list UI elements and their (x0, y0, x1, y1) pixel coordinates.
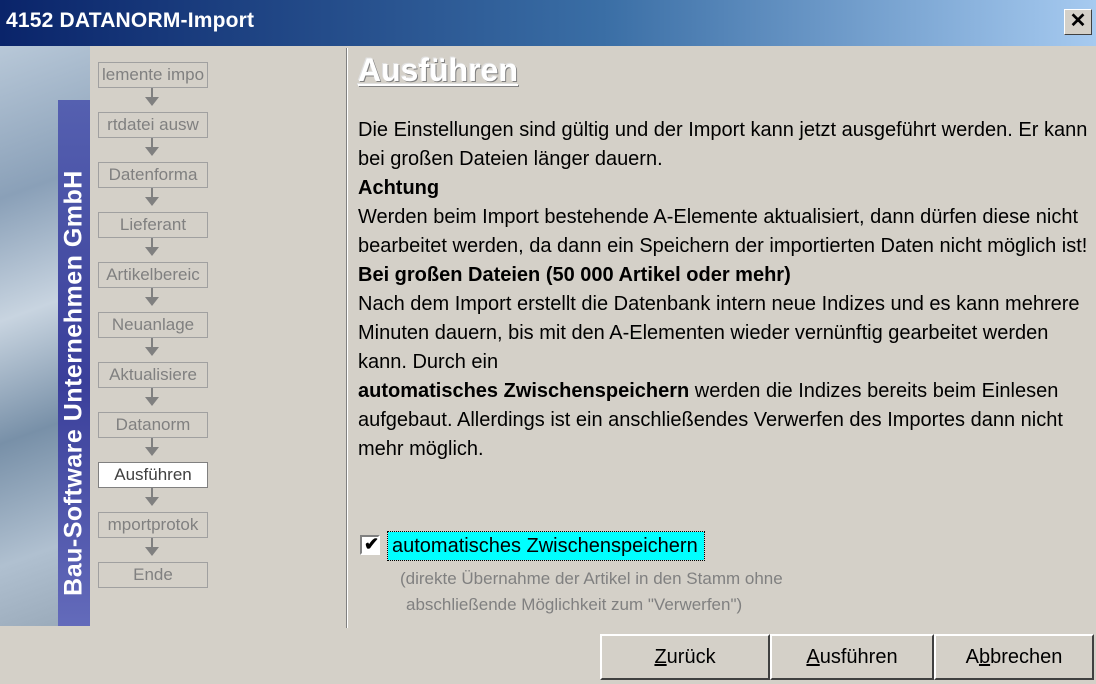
large-files-bold-term: automatisches Zwischenspeichern (358, 380, 690, 402)
panel-divider (346, 48, 348, 628)
cancel-button[interactable]: Abbrechen (934, 634, 1094, 680)
checkmark-icon: ✔ (364, 534, 380, 554)
execute-label-rest: usführen (819, 646, 898, 668)
instructions-text: Die Einstellungen sind gültig und der Im… (358, 116, 1088, 464)
close-icon: ✕ (1069, 10, 1087, 32)
wizard-steps: lemente impo rtdatei ausw Datenforma Lie… (92, 46, 216, 626)
wizard-step-neuanlage: Neuanlage (98, 312, 208, 338)
wizard-step-artikelbereich: Artikelbereic (98, 262, 208, 288)
wizard-step-importdatei-auswaehlen: rtdatei ausw (98, 112, 208, 138)
step-arrow-icon (145, 238, 159, 256)
hint-line-1: (direkte Übernahme der Artikel in den St… (400, 569, 783, 588)
execute-button[interactable]: Ausführen (770, 634, 934, 680)
back-button[interactable]: Zurück (600, 634, 770, 680)
auto-cache-hint: (direkte Übernahme der Artikel in den St… (400, 566, 1040, 618)
auto-cache-checkbox[interactable]: ✔ (360, 534, 380, 555)
execute-mnemonic: A (806, 646, 820, 668)
attention-heading: Achtung (358, 177, 440, 199)
intro-paragraph: Die Einstellungen sind gültig und der Im… (358, 119, 1088, 170)
window-title: 4152 DATANORM-Import (6, 9, 255, 32)
large-files-text-a: Nach dem Import erstellt die Datenbank i… (358, 293, 1080, 373)
brand-text: Bau-Software Unternehmen GmbH (59, 170, 88, 596)
step-arrow-icon (145, 188, 159, 206)
wizard-step-datenformat: Datenforma (98, 162, 208, 188)
step-arrow-icon (145, 488, 159, 506)
wizard-step-ende: Ende (98, 562, 208, 588)
wizard-step-elemente-import: lemente impo (98, 62, 208, 88)
wizard-step-ausfuehren: Ausführen (98, 462, 208, 488)
wizard-step-datanorm: Datanorm (98, 412, 208, 438)
wizard-step-panel: Bau-Software Unternehmen GmbH lemente im… (0, 46, 346, 626)
close-button[interactable]: ✕ (1064, 9, 1092, 35)
step-arrow-icon (145, 538, 159, 556)
page-title: Ausführen (358, 52, 518, 88)
cancel-mnemonic: b (978, 646, 991, 668)
wizard-step-aktualisieren: Aktualisiere (98, 362, 208, 388)
button-bar: Zurück Ausführen Abbrechen (0, 628, 1096, 684)
step-arrow-icon (145, 338, 159, 356)
wizard-step-lieferant: Lieferant (98, 212, 208, 238)
step-arrow-icon (145, 388, 159, 406)
step-arrow-icon (145, 88, 159, 106)
back-label-rest: urück (666, 646, 716, 668)
large-files-heading: Bei großen Dateien (50 000 Artikel oder … (358, 264, 791, 286)
attention-paragraph: Werden beim Import bestehende A-Elemente… (358, 206, 1088, 257)
cancel-label-pre: A (965, 646, 979, 668)
wizard-step-importprotokoll: mportprotok (98, 512, 208, 538)
large-files-paragraph: Nach dem Import erstellt die Datenbank i… (358, 290, 1088, 464)
step-content: Ausführen Die Einstellungen sind gültig … (356, 46, 1092, 626)
title-bar[interactable]: 4152 DATANORM-Import ✕ (0, 0, 1096, 46)
step-arrow-icon (145, 138, 159, 156)
step-arrow-icon (145, 438, 159, 456)
auto-cache-label[interactable]: automatisches Zwischenspeichern (387, 531, 705, 561)
hint-line-2: abschließende Möglichkeit zum "Verwerfen… (406, 595, 743, 614)
step-arrow-icon (145, 288, 159, 306)
cancel-label-rest: brechen (990, 646, 1063, 668)
datanorm-import-dialog: 4152 DATANORM-Import ✕ Bau-Software Unte… (0, 0, 1096, 684)
back-mnemonic: Z (654, 646, 667, 668)
